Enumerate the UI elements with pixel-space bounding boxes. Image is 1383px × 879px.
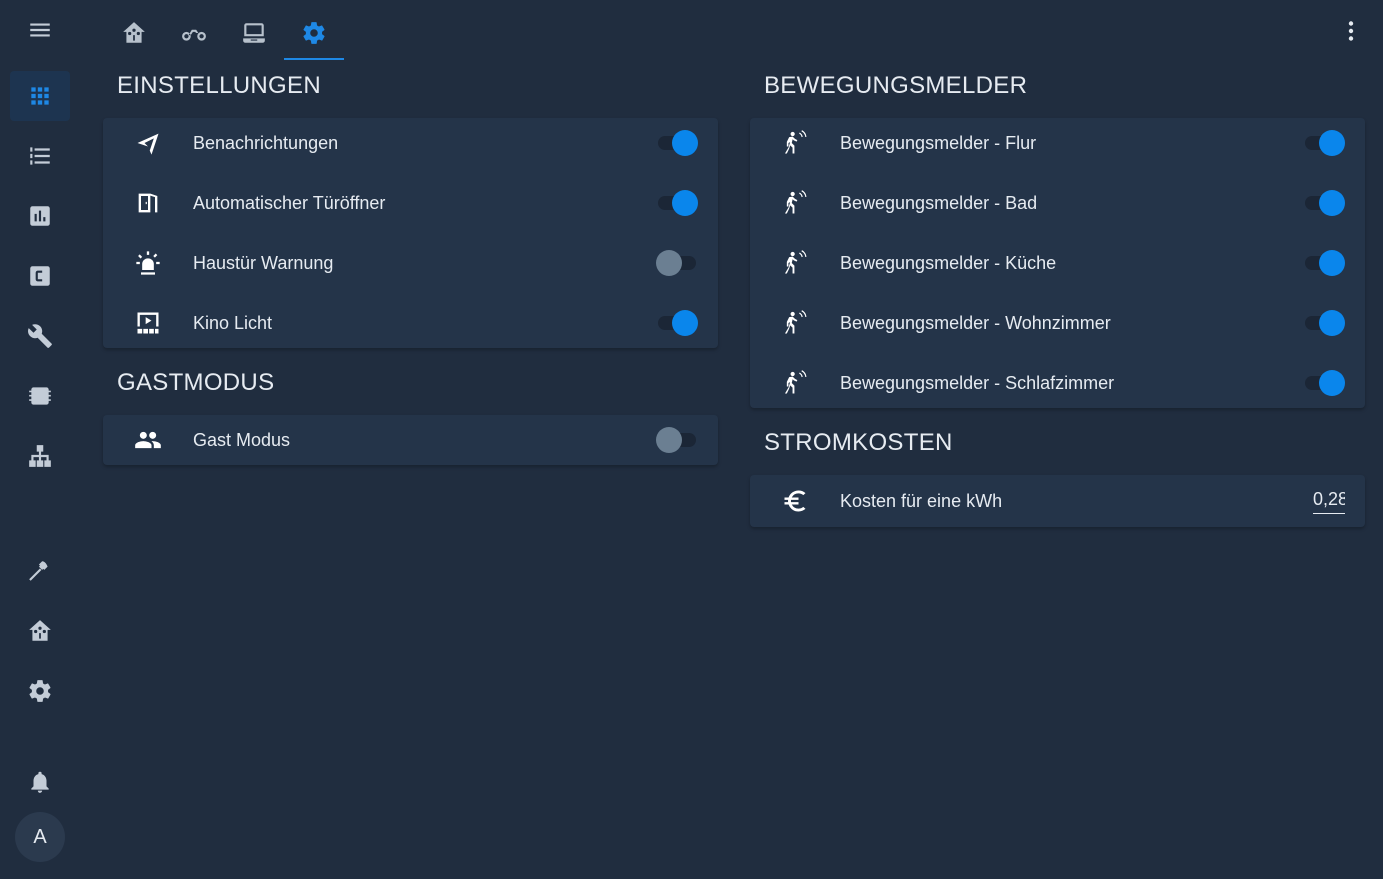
toggle-switch[interactable] (1303, 189, 1345, 217)
toggle-switch[interactable] (656, 129, 698, 157)
section-title-gastmodus: GASTMODUS (117, 369, 275, 396)
chip-icon (29, 387, 51, 405)
entity-row-bewegungsmelder-bad[interactable]: Bewegungsmelder - Bad (750, 173, 1365, 233)
entity-row-bewegungsmelder-kueche[interactable]: Bewegungsmelder - Küche (750, 233, 1365, 293)
home-assistant-icon (29, 620, 51, 641)
sidebar-item-hacs[interactable] (10, 251, 70, 301)
einstellungen-card: Benachrichtungen Automatischer Türöffner… (103, 118, 718, 348)
toggle-switch[interactable] (1303, 309, 1345, 337)
avatar[interactable]: A (15, 812, 65, 862)
euro-icon (780, 486, 810, 516)
tab-motorbike[interactable] (164, 8, 224, 58)
sidebar-item-supervisor[interactable] (10, 606, 70, 656)
entity-label: Bewegungsmelder - Bad (840, 192, 1038, 213)
bell-icon (31, 771, 49, 793)
entity-label: Haustür Warnung (193, 252, 334, 273)
history-chart-icon (30, 206, 50, 226)
toggle-switch[interactable] (656, 309, 698, 337)
home-tab-icon (123, 22, 145, 43)
entity-row-bewegungsmelder-schlafzimmer[interactable]: Bewegungsmelder - Schlafzimmer (750, 353, 1365, 413)
sidebar-item-network[interactable] (10, 431, 70, 481)
bewegungsmelder-card: Bewegungsmelder - Flur Bewegungsmelder -… (750, 118, 1365, 408)
tab-settings[interactable] (284, 8, 344, 60)
motorbike-tab-icon (182, 29, 206, 41)
gear-icon (29, 680, 51, 702)
motion-sensor-icon (780, 308, 810, 338)
motion-sensor-icon (780, 128, 810, 158)
avatar-initial: A (33, 825, 47, 848)
entity-label: Bewegungsmelder - Wohnzimmer (840, 312, 1111, 333)
entity-label: Benachrichtungen (193, 132, 339, 153)
network-icon (29, 445, 51, 467)
entity-row-kino-licht[interactable]: Kino Licht (103, 293, 718, 353)
toggle-switch[interactable] (656, 426, 698, 454)
dots-vertical-icon (1348, 21, 1354, 41)
menu-icon (30, 23, 50, 37)
entity-row-gast-modus[interactable]: Gast Modus (103, 410, 718, 470)
sidebar-item-developer-tools[interactable] (10, 546, 70, 596)
door-icon (133, 188, 163, 218)
send-icon (133, 128, 163, 158)
hacs-icon (30, 266, 50, 286)
motion-sensor-icon (780, 248, 810, 278)
entity-label: Bewegungsmelder - Küche (840, 252, 1057, 273)
motion-sensor-icon (780, 368, 810, 398)
sidebar-item-esphome[interactable] (10, 371, 70, 421)
entity-row-bewegungsmelder-flur[interactable]: Bewegungsmelder - Flur (750, 113, 1365, 173)
kwh-price-input[interactable]: 0,28 (1313, 489, 1345, 514)
theater-icon (133, 308, 163, 338)
menu-button[interactable] (10, 5, 70, 55)
entity-row-benachrichtungen[interactable]: Benachrichtungen (103, 113, 718, 173)
section-title-stromkosten: STROMKOSTEN (764, 429, 953, 456)
settings-tab-icon (303, 22, 325, 44)
toggle-switch[interactable] (656, 189, 698, 217)
sidebar-item-logbook[interactable] (10, 131, 70, 181)
entity-row-haustuer-warnung[interactable]: Haustür Warnung (103, 233, 718, 293)
wrench-icon (28, 324, 52, 348)
hammer-icon (29, 561, 48, 581)
account-group-icon (133, 425, 163, 455)
sidebar-item-history[interactable] (10, 191, 70, 241)
sidebar-item-notifications[interactable] (10, 757, 70, 807)
more-options-button[interactable] (1338, 18, 1364, 44)
sidebar-item-settings[interactable] (10, 666, 70, 716)
toggle-switch[interactable] (656, 249, 698, 277)
entity-row-automatischer-tueroeffner[interactable]: Automatischer Türöffner (103, 173, 718, 233)
overview-grid-icon (31, 87, 49, 105)
entity-label: Gast Modus (193, 429, 291, 450)
entity-row-bewegungsmelder-wohnzimmer[interactable]: Bewegungsmelder - Wohnzimmer (750, 293, 1365, 353)
tab-laptop[interactable] (224, 8, 284, 58)
entity-label: Bewegungsmelder - Schlafzimmer (840, 372, 1115, 393)
section-title-einstellungen: EINSTELLUNGEN (117, 72, 321, 99)
sidebar: A (0, 0, 80, 879)
gastmodus-card: Gast Modus (103, 415, 718, 465)
section-title-bewegungsmelder: BEWEGUNGSMELDER (764, 72, 1028, 99)
alarm-light-icon (133, 248, 163, 278)
sidebar-item-overview[interactable] (10, 71, 70, 121)
stromkosten-card: Kosten für eine kWh 0,28 (750, 475, 1365, 527)
tab-home[interactable] (104, 8, 164, 58)
toggle-switch[interactable] (1303, 129, 1345, 157)
entity-label: Kino Licht (193, 312, 273, 333)
toggle-switch[interactable] (1303, 369, 1345, 397)
laptop-tab-icon (243, 23, 265, 43)
sidebar-item-config[interactable] (10, 311, 70, 361)
motion-sensor-icon (780, 188, 810, 218)
entity-label: Kosten für eine kWh (840, 490, 1003, 511)
entity-label: Bewegungsmelder - Flur (840, 132, 1037, 153)
entity-row-kosten-kwh: Kosten für eine kWh 0,28 (750, 471, 1365, 531)
toggle-switch[interactable] (1303, 249, 1345, 277)
logbook-list-icon (30, 147, 50, 165)
entity-label: Automatischer Türöffner (193, 192, 386, 213)
